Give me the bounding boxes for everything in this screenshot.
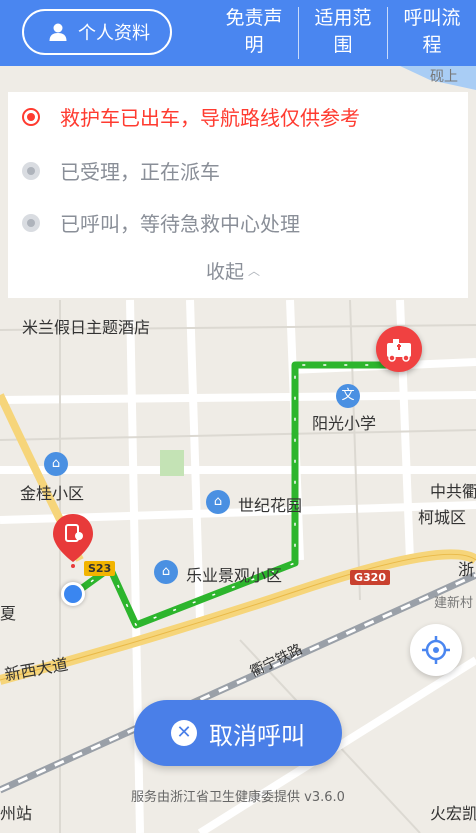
map-label-zhejiang: 浙 <box>458 560 475 579</box>
process-link[interactable]: 呼叫流程 <box>388 0 476 66</box>
chevron-up-icon: ︿ <box>248 264 261 278</box>
profile-button[interactable]: 个人资料 <box>22 9 172 55</box>
map-label-zhonggong: 中共衢 <box>430 482 476 501</box>
status-item-dispatched: 救护车已出车，导航路线仅供参考 <box>22 102 360 131</box>
map-label-leye: 乐业景观小区 <box>186 566 283 585</box>
status-text: 救护车已出车，导航路线仅供参考 <box>60 106 360 130</box>
profile-label: 个人资料 <box>78 23 150 44</box>
top-bar: 个人资料 免责声明 适用范围 呼叫流程 <box>0 0 476 66</box>
map-label-jingui: 金桂小区 <box>20 484 85 503</box>
disclaimer-link[interactable]: 免责声明 <box>210 0 298 66</box>
map-label-jianxin: 建新村 <box>434 596 474 611</box>
status-panel: 救护车已出车，导航路线仅供参考 已受理，正在派车 已呼叫，等待急救中心处理 收起… <box>8 92 468 298</box>
locate-me-button[interactable] <box>410 624 462 676</box>
status-done-icon <box>22 161 40 180</box>
person-icon <box>49 23 67 41</box>
footer-text: 服务由浙江省卫生健康委提供 v3.6.0 <box>131 790 345 805</box>
map-label-hotel: 米兰假日主题酒店 <box>22 318 151 337</box>
map-label-yanshang: 砚上 <box>430 69 458 85</box>
cancel-call-button[interactable]: ✕ 取消呼叫 <box>134 700 342 766</box>
school-icon: 文 <box>336 384 360 408</box>
map-label-kecheng: 柯城区 <box>418 508 467 527</box>
header-links: 免责声明 适用范围 呼叫流程 <box>209 0 476 66</box>
status-item-called: 已呼叫，等待急救中心处理 <box>22 208 300 237</box>
road-badge-g320: G320 <box>350 570 390 585</box>
map-label-school: 阳光小学 <box>312 414 377 433</box>
collapse-label: 收起 <box>206 261 245 283</box>
ambulance-icon[interactable] <box>376 326 422 372</box>
current-location-dot <box>61 582 85 606</box>
map-label-shiji: 世纪花园 <box>238 496 303 515</box>
cancel-label: 取消呼叫 <box>209 721 305 750</box>
status-text: 已受理，正在派车 <box>60 160 220 184</box>
residence-icon: ⌂ <box>206 490 230 514</box>
scope-link[interactable]: 适用范围 <box>299 0 387 66</box>
status-text: 已呼叫，等待急救中心处理 <box>60 212 300 236</box>
map-label-xia: 夏 <box>0 604 17 623</box>
residence-icon: ⌂ <box>154 560 178 584</box>
status-item-accepted: 已受理，正在派车 <box>22 156 220 185</box>
residence-icon: ⌂ <box>44 452 68 476</box>
close-icon: ✕ <box>171 720 197 746</box>
location-pin-icon <box>53 514 93 568</box>
status-done-icon <box>22 213 40 232</box>
crosshair-icon <box>422 636 450 664</box>
collapse-button[interactable]: 收起 ︿ <box>206 257 260 284</box>
status-active-icon <box>22 107 40 126</box>
